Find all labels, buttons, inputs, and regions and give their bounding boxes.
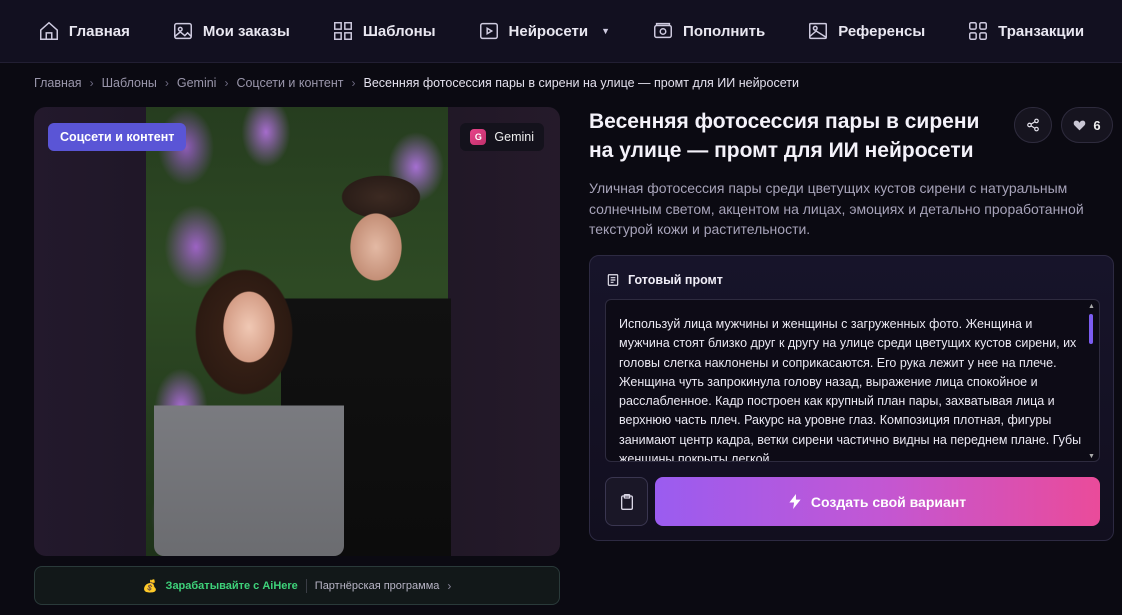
- nav-item-references[interactable]: Референсы: [786, 11, 946, 51]
- scrollbar-thumb[interactable]: [1089, 314, 1093, 344]
- clipboard-icon: [620, 493, 633, 510]
- divider: [305, 578, 307, 593]
- nav-item-label: Главная: [68, 22, 130, 40]
- chevron-right-icon: ›: [447, 578, 452, 593]
- affiliate-banner[interactable]: 💰 Зарабатывайте с AiHere Партнёрская про…: [34, 566, 560, 605]
- nav-item-neural-networks[interactable]: Нейросети ▼: [457, 11, 632, 51]
- prompt-textarea[interactable]: Используй лица мужчины и женщины с загру…: [605, 299, 1100, 462]
- money-bag-icon: 💰: [142, 578, 158, 593]
- affiliate-partner-link[interactable]: Партнёрская программа: [315, 580, 440, 592]
- scroll-down-icon[interactable]: ▼: [1088, 453, 1095, 460]
- share-icon: [1027, 118, 1039, 132]
- wallet-icon: [654, 22, 673, 39]
- grid-icon: [333, 22, 352, 40]
- nav-item-label: Мои заказы: [202, 22, 290, 40]
- chevron-down-icon: ▼: [601, 26, 611, 36]
- breadcrumb-link-gemini[interactable]: Gemini: [177, 76, 217, 90]
- scrollbar[interactable]: ▲ ▼: [1088, 303, 1095, 460]
- nav-item-home[interactable]: Главная: [17, 11, 151, 51]
- breadcrumb-link-category[interactable]: Соцсети и контент: [236, 76, 343, 90]
- model-badge[interactable]: G Gemini: [460, 123, 544, 151]
- prompt-text: Используй лица мужчины и женщины с загру…: [619, 317, 1082, 462]
- copy-prompt-button[interactable]: [605, 477, 648, 526]
- preview-photo[interactable]: [146, 107, 451, 556]
- squares-icon: [969, 22, 988, 40]
- nav-item-label: Референсы: [838, 22, 926, 40]
- nav-item-label: Транзакции: [998, 22, 1085, 40]
- nav-item-orders[interactable]: Мои заказы: [151, 11, 311, 51]
- category-badge[interactable]: Соцсети и контент: [48, 123, 187, 151]
- preview-image-card: Соцсети и контент G Gemini: [34, 107, 560, 556]
- page-title: Весенняя фотосессия пары в сирени на ули…: [589, 110, 980, 162]
- chevron-right-icon: ›: [164, 76, 169, 90]
- share-button[interactable]: [1014, 107, 1052, 143]
- image-icon: [173, 22, 192, 40]
- like-button[interactable]: 6: [1061, 107, 1113, 143]
- create-variant-button[interactable]: Создать свой вариант: [655, 477, 1100, 526]
- prompt-heading: Готовый промт: [628, 273, 723, 287]
- top-navigation: Главная Мои заказы Шаблоны Нейросети ▼ П…: [0, 0, 1122, 63]
- play-icon: [479, 22, 498, 40]
- breadcrumb-link-home[interactable]: Главная: [34, 76, 82, 90]
- chevron-right-icon: ›: [224, 76, 229, 90]
- breadcrumb-current: Весенняя фотосессия пары в сирени на ули…: [363, 76, 799, 90]
- chevron-right-icon: ›: [89, 76, 94, 90]
- nav-item-label: Шаблоны: [362, 22, 436, 40]
- nav-item-templates[interactable]: Шаблоны: [311, 11, 457, 51]
- picture-icon: [809, 22, 828, 40]
- product-description: Уличная фотосессия пары среди цветущих к…: [589, 180, 1084, 237]
- breadcrumb: Главная › Шаблоны › Gemini › Соцсети и к…: [34, 76, 799, 90]
- create-variant-label: Создать свой вариант: [810, 493, 967, 510]
- nav-item-label: Нейросети: [508, 22, 589, 40]
- model-badge-label: Gemini: [494, 130, 534, 144]
- nav-item-label: Пополнить: [683, 22, 766, 40]
- like-count: 6: [1093, 117, 1101, 133]
- prompt-panel: Готовый промт Используй лица мужчины и ж…: [589, 255, 1114, 541]
- lightning-icon: [789, 494, 801, 509]
- nav-item-top-up[interactable]: Пополнить: [631, 11, 786, 51]
- document-icon: [607, 274, 619, 286]
- affiliate-earn-text: Зарабатывайте с AiHere: [165, 579, 298, 592]
- chevron-right-icon: ›: [351, 76, 356, 90]
- scroll-up-icon[interactable]: ▲: [1088, 303, 1095, 310]
- photo-woman-figure: [154, 242, 344, 556]
- home-icon: [39, 21, 58, 40]
- heart-icon: [1074, 120, 1086, 131]
- nav-item-transactions[interactable]: Транзакции: [946, 11, 1105, 51]
- prompt-header: Готовый промт: [606, 273, 723, 287]
- breadcrumb-link-templates[interactable]: Шаблоны: [102, 76, 157, 90]
- gemini-logo-icon: G: [470, 129, 487, 145]
